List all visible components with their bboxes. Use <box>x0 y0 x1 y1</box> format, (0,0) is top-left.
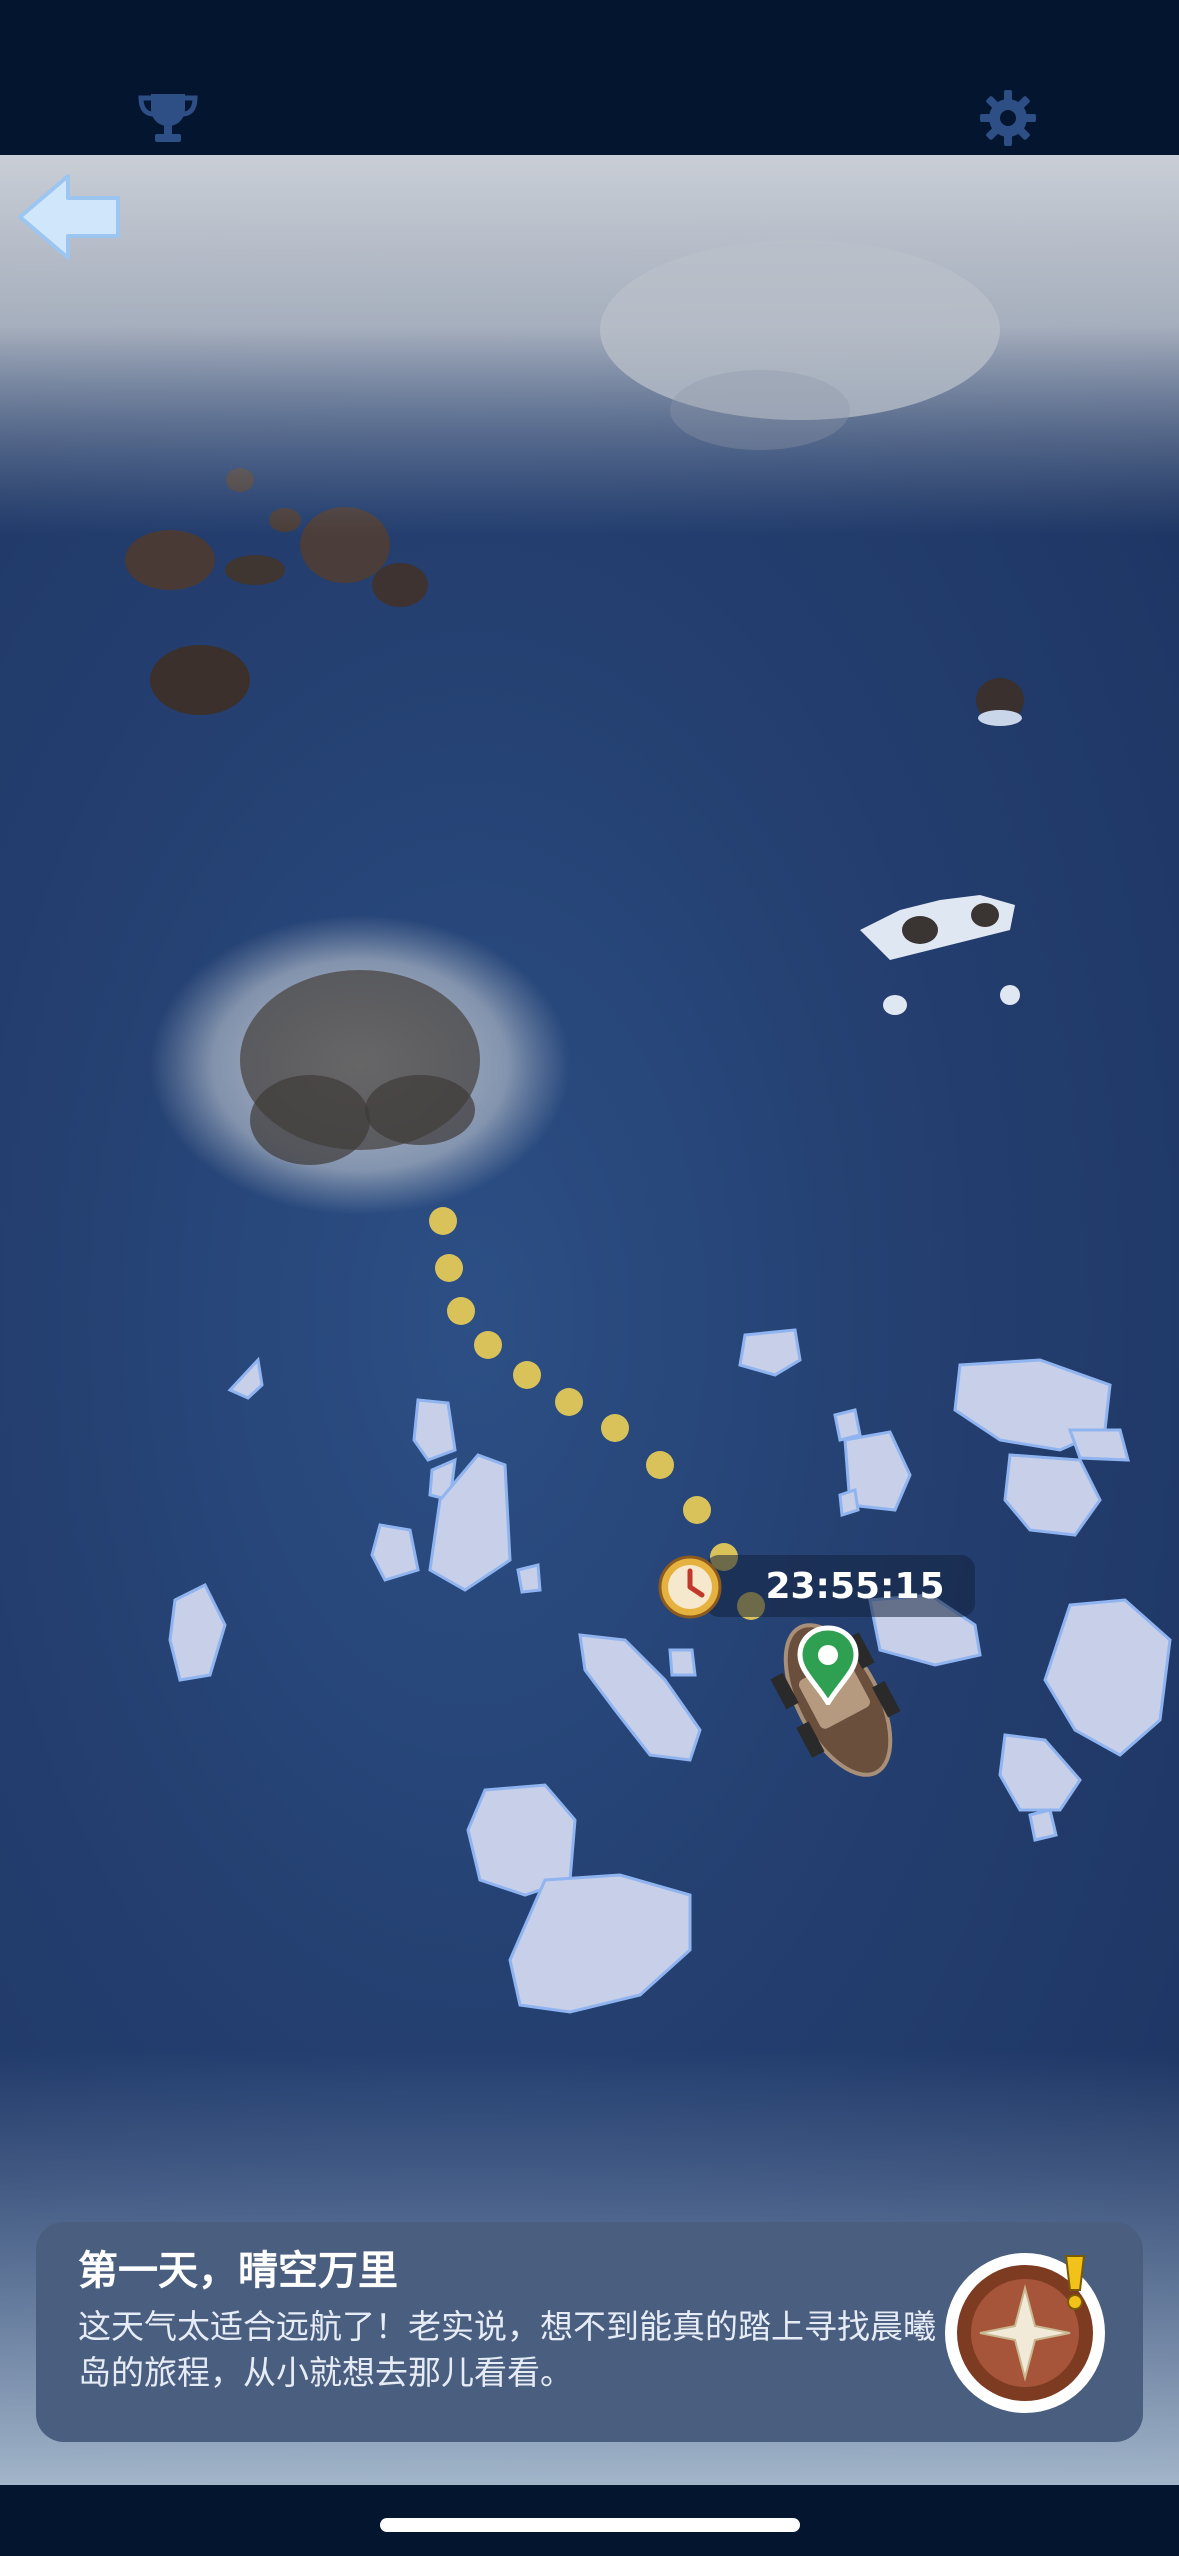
gear-icon[interactable] <box>968 78 1048 158</box>
trophy-icon[interactable] <box>128 78 208 158</box>
ice-floes <box>168 1328 1172 2014</box>
small-rock <box>976 678 1024 726</box>
clock-icon <box>656 1553 724 1625</box>
top-bar <box>0 0 1179 155</box>
dialog-text: 这天气太适合远航了！老实说，想不到能真的踏上寻找晨曦岛的旅程，从小就想去那儿看看… <box>78 2307 936 2392</box>
timer-text: 23:55:15 <box>765 1565 945 1607</box>
fog-island <box>150 915 570 1215</box>
sea-map[interactable] <box>0 155 1179 2485</box>
exclamation-icon <box>1056 2252 1092 2316</box>
voyage-timer: 23:55:15 <box>705 1555 975 1617</box>
home-indicator[interactable] <box>380 2518 800 2532</box>
snow-island <box>860 895 1020 1015</box>
